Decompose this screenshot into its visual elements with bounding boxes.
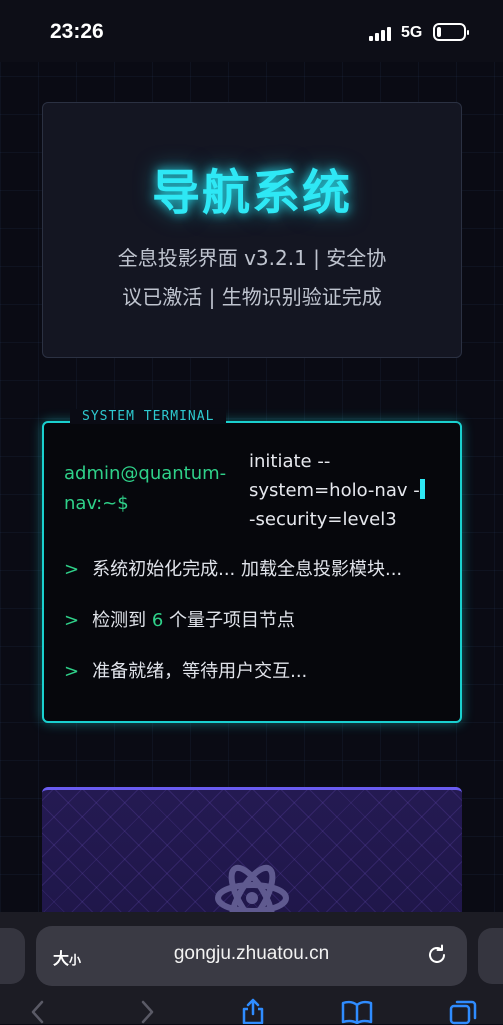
subtitle-line: 全息投影界面 v3.2.1 | 安全协: [117, 246, 387, 270]
next-tab[interactable]: [478, 928, 503, 984]
terminal-output-line: > 准备就绪，等待用户交互...: [64, 657, 307, 683]
terminal-command: initiate -- system=holo-nav - -security=…: [249, 447, 445, 534]
command-line: system=holo-nav -: [249, 476, 445, 505]
command-line: -security=level3: [249, 509, 397, 530]
node-count: 6: [151, 610, 164, 631]
prompt-line: admin@quantum-: [64, 463, 227, 484]
signal-icon: [369, 27, 393, 41]
terminal-prompt: admin@quantum- nav:~$: [64, 459, 242, 519]
output-text: 检测到: [92, 610, 147, 631]
subtitle-line: 议已激活 | 生物识别验证完成: [122, 285, 382, 309]
text-cursor: [419, 479, 425, 499]
output-text: 个量子项目节点: [169, 610, 296, 631]
prompt-line: nav:~$: [64, 493, 129, 514]
status-time: 23:26: [50, 20, 104, 43]
command-line: initiate --: [249, 451, 331, 472]
share-icon[interactable]: [240, 998, 266, 1024]
page-title: 导航系统: [151, 165, 352, 221]
bookmarks-icon[interactable]: [341, 1000, 373, 1024]
subtitle: 全息投影界面 v3.2.1 | 安全协 议已激活 | 生物识别验证完成: [89, 239, 415, 317]
back-icon[interactable]: [28, 1000, 48, 1024]
previous-tab[interactable]: [0, 928, 25, 984]
output-prefix: >: [64, 610, 80, 631]
browser-toolbar: 大小 gongju.zhuatou.cn: [0, 912, 503, 1025]
battery-icon: [433, 23, 469, 41]
forward-icon[interactable]: [137, 1000, 157, 1024]
tabs-icon[interactable]: [449, 999, 477, 1025]
terminal-output-line: > 系统初始化完成... 加载全息投影模块...: [64, 555, 402, 581]
output-prefix: >: [64, 559, 80, 580]
network-label: 5G: [401, 24, 423, 41]
system-terminal: admin@quantum- nav:~$ initiate -- system…: [42, 421, 462, 723]
output-text: 系统初始化完成... 加载全息投影模块...: [92, 559, 403, 580]
command-text: system=holo-nav -: [249, 480, 420, 501]
url-text[interactable]: gongju.zhuatou.cn: [36, 943, 467, 965]
terminal-output-line: > 检测到 6 个量子项目节点: [64, 606, 295, 632]
terminal-label: SYSTEM TERMINAL: [70, 409, 227, 424]
status-bar: 23:26 5G: [0, 0, 503, 62]
address-bar[interactable]: 大小 gongju.zhuatou.cn: [36, 926, 467, 986]
output-text: 准备就绪，等待用户交互...: [92, 661, 308, 682]
header-card: 导航系统 全息投影界面 v3.2.1 | 安全协 议已激活 | 生物识别验证完成: [42, 102, 462, 358]
reload-icon[interactable]: [425, 943, 449, 967]
output-prefix: >: [64, 661, 80, 682]
